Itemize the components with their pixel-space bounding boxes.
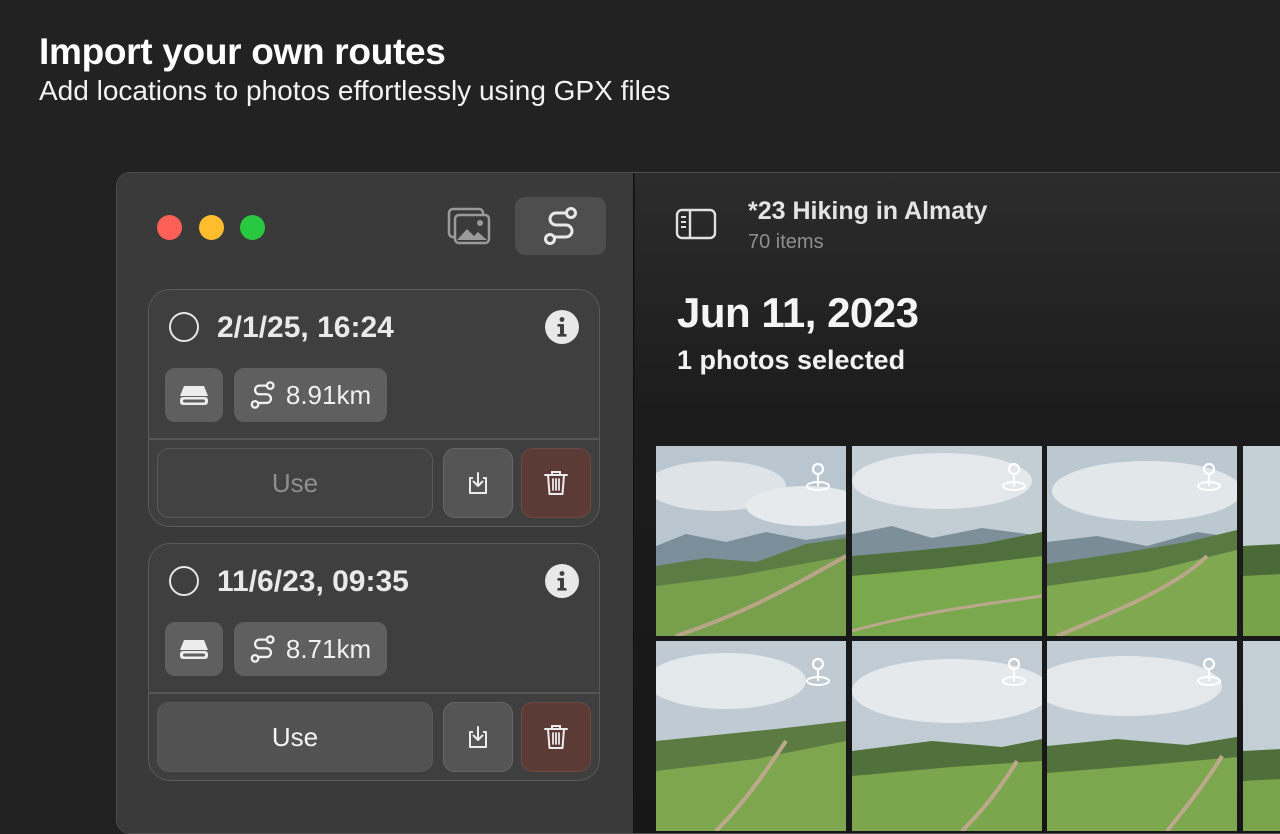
route-select-radio[interactable] bbox=[169, 566, 199, 596]
route-distance: 8.71km bbox=[285, 633, 372, 664]
album-item-count: 70 items bbox=[748, 231, 824, 253]
photos-main-pane: *23 Hiking in Almaty 70 items Jun 11, 20… bbox=[635, 173, 1280, 833]
photos-tab-button[interactable] bbox=[423, 197, 514, 255]
use-route-button[interactable]: Use bbox=[157, 448, 433, 518]
sidebar-toggle-icon[interactable] bbox=[675, 207, 717, 241]
photo-thumbnail[interactable] bbox=[1243, 641, 1280, 831]
trash-icon bbox=[544, 725, 568, 749]
location-pin-icon bbox=[806, 657, 830, 686]
location-pin-icon bbox=[1197, 462, 1221, 491]
download-icon bbox=[469, 472, 487, 494]
photo-thumbnail[interactable] bbox=[1047, 641, 1237, 831]
zoom-window-button[interactable] bbox=[240, 215, 265, 240]
photo-thumbnail[interactable] bbox=[852, 446, 1042, 636]
location-pin-icon bbox=[1197, 657, 1221, 686]
download-route-button[interactable] bbox=[443, 448, 513, 518]
landscape-photo bbox=[1243, 641, 1280, 831]
divider bbox=[149, 692, 599, 694]
use-route-button[interactable]: Use bbox=[157, 702, 433, 772]
download-icon bbox=[469, 726, 487, 748]
drive-icon bbox=[180, 640, 208, 659]
app-window: 2/1/25, 16:24 8.91km Use 11/6/23, 09:35 … bbox=[116, 172, 1280, 834]
delete-route-button[interactable] bbox=[521, 448, 591, 518]
photo-thumbnail[interactable] bbox=[656, 446, 846, 636]
route-select-radio[interactable] bbox=[169, 312, 199, 342]
route-distance: 8.91km bbox=[285, 379, 372, 410]
device-chip bbox=[165, 368, 223, 422]
date-section-header: Jun 11, 2023 bbox=[677, 289, 919, 336]
route-icon bbox=[250, 635, 275, 663]
distance-chip: 8.71km bbox=[234, 622, 387, 676]
device-chip bbox=[165, 622, 223, 676]
landscape-photo bbox=[1243, 446, 1280, 636]
info-icon[interactable] bbox=[545, 310, 579, 344]
photos-icon bbox=[447, 207, 490, 245]
routes-tab-button[interactable] bbox=[515, 197, 606, 255]
promo-title: Import your own routes bbox=[39, 31, 446, 72]
info-icon[interactable] bbox=[545, 564, 579, 598]
route-date: 11/6/23, 09:35 bbox=[217, 565, 409, 598]
photo-thumbnail[interactable] bbox=[656, 641, 846, 831]
divider bbox=[149, 438, 599, 440]
route-date: 2/1/25, 16:24 bbox=[217, 311, 394, 344]
route-icon bbox=[250, 381, 275, 409]
promo-subtitle: Add locations to photos effortlessly usi… bbox=[39, 75, 671, 106]
location-pin-icon bbox=[806, 462, 830, 491]
delete-route-button[interactable] bbox=[521, 702, 591, 772]
album-title: *23 Hiking in Almaty bbox=[748, 197, 988, 225]
promo-headline: Import your own routes Add locations to … bbox=[39, 30, 670, 108]
distance-chip: 8.91km bbox=[234, 368, 387, 422]
selection-status: 1 photos selected bbox=[677, 345, 906, 375]
close-window-button[interactable] bbox=[157, 215, 182, 240]
minimize-window-button[interactable] bbox=[199, 215, 224, 240]
photo-thumbnail[interactable] bbox=[1047, 446, 1237, 636]
download-route-button[interactable] bbox=[443, 702, 513, 772]
route-card: 2/1/25, 16:24 8.91km Use bbox=[148, 289, 600, 527]
photo-thumbnail[interactable] bbox=[1243, 446, 1280, 636]
location-pin-icon bbox=[1002, 462, 1026, 491]
routes-sidebar: 2/1/25, 16:24 8.91km Use 11/6/23, 09:35 … bbox=[117, 173, 634, 833]
route-card: 11/6/23, 09:35 8.71km Use bbox=[148, 543, 600, 781]
location-pin-icon bbox=[1002, 657, 1026, 686]
route-icon bbox=[543, 207, 577, 245]
drive-icon bbox=[180, 386, 208, 405]
trash-icon bbox=[544, 471, 568, 495]
photo-thumbnail[interactable] bbox=[852, 641, 1042, 831]
